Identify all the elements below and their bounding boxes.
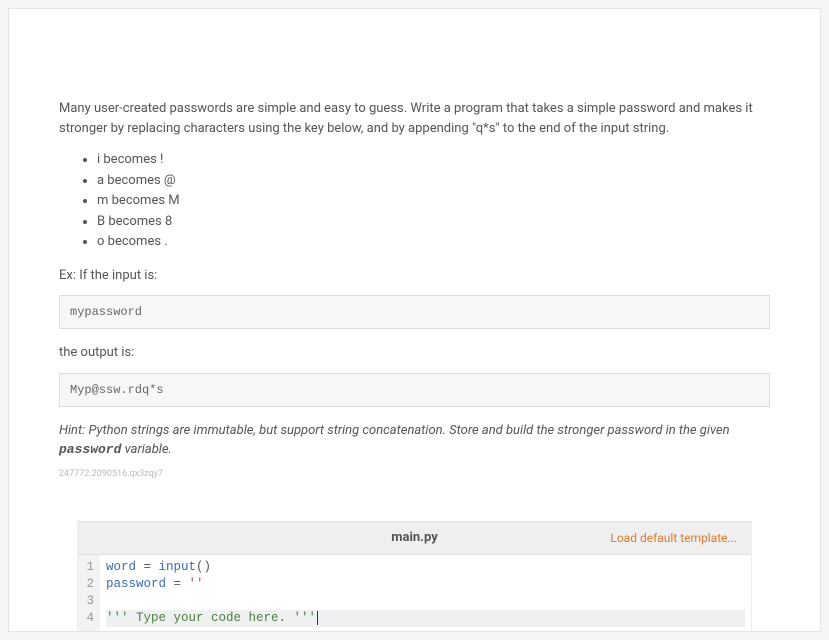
example-input-box: mypassword [59, 295, 770, 329]
hint-var: password [59, 442, 121, 457]
code-line [106, 593, 745, 610]
line-gutter: 1234 [78, 555, 100, 631]
code-lines[interactable]: word = input() password = '' ''' Type yo… [100, 555, 751, 631]
load-default-link[interactable]: Load default template... [610, 529, 737, 547]
list-item: B becomes 8 [97, 212, 770, 232]
example-output-box: Myp@ssw.rdq*s [59, 373, 770, 407]
hint-text: Hint: Python strings are immutable, but … [59, 421, 770, 460]
code-editor: main.py Load default template... 1234 wo… [77, 521, 752, 631]
hint-suffix: variable. [121, 442, 171, 457]
text-cursor [317, 611, 318, 625]
tiny-id: 247772.2090516.qx3zqy7 [59, 468, 770, 482]
hint-prefix: Hint: Python strings are immutable, but … [59, 423, 730, 438]
list-item: i becomes ! [97, 150, 770, 170]
example-input-label: Ex: If the input is: [59, 266, 770, 286]
list-item: m becomes M [97, 191, 770, 211]
code-line: ''' Type your code here. ''' [106, 610, 745, 627]
list-item: o becomes . [97, 232, 770, 252]
code-line: word = input() [106, 559, 745, 576]
rules-list: i becomes ! a becomes @ m becomes M B be… [59, 150, 770, 252]
page-card: Many user-created passwords are simple a… [8, 8, 821, 632]
intro-text: Many user-created passwords are simple a… [59, 99, 770, 138]
editor-body[interactable]: 1234 word = input() password = '' ''' Ty… [78, 555, 751, 631]
example-output-label: the output is: [59, 343, 770, 363]
list-item: a becomes @ [97, 171, 770, 191]
editor-header: main.py Load default template... [78, 521, 751, 555]
